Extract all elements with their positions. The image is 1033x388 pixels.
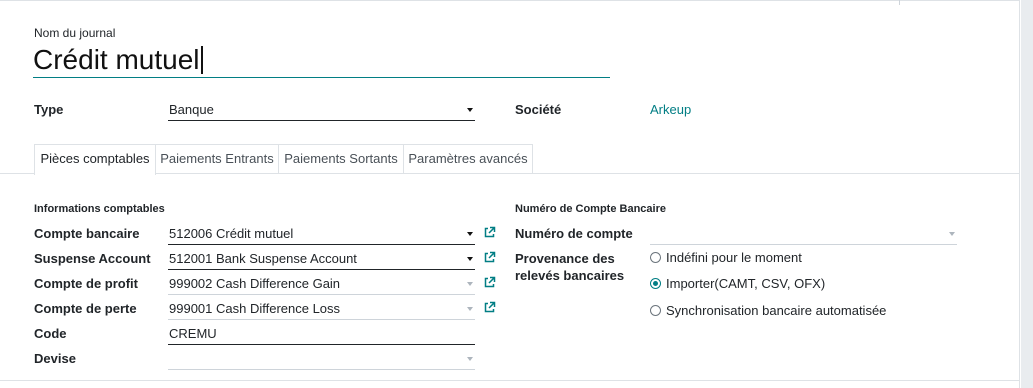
external-link-icon[interactable] <box>483 251 496 264</box>
statement-source-label-line2: relevés bancaires <box>515 268 625 283</box>
type-select[interactable]: Banque <box>168 99 475 121</box>
profit-account-select[interactable]: 999002 Cash Difference Gain <box>168 273 475 295</box>
external-link-icon[interactable] <box>483 276 496 289</box>
external-link-icon[interactable] <box>483 226 496 239</box>
scrollbar[interactable] <box>1021 0 1033 388</box>
type-label: Type <box>34 102 64 117</box>
top-divider <box>899 0 900 5</box>
chevron-down-icon <box>467 307 473 311</box>
chevron-down-icon <box>467 257 473 261</box>
currency-select[interactable] <box>168 348 475 370</box>
tab-advanced-settings[interactable]: Paramètres avancés <box>403 144 533 174</box>
journal-name-label: Nom du journal <box>34 26 116 40</box>
tab-journal-entries[interactable]: Pièces comptables <box>34 144 156 175</box>
loss-account-label: Compte de perte <box>34 301 137 316</box>
company-label: Société <box>515 102 562 117</box>
bank-section-title: Numéro de Compte Bancaire <box>515 203 666 215</box>
tab-outgoing-payments[interactable]: Paiements Sortants <box>278 144 404 174</box>
bottom-border <box>0 380 1019 381</box>
radio-undefined-label[interactable]: Indéfini pour le moment <box>666 250 802 265</box>
chevron-down-icon <box>467 282 473 286</box>
chevron-down-icon <box>467 357 473 361</box>
code-input[interactable]: CREMU <box>168 323 475 345</box>
notebook-tabs: Pièces comptables Paiements Entrants Pai… <box>0 144 1019 175</box>
radio-import[interactable] <box>650 278 661 289</box>
company-link[interactable]: Arkeup <box>650 102 691 117</box>
statement-source-label-line1: Provenance des <box>515 251 615 266</box>
suspense-account-label: Suspense Account <box>34 251 151 266</box>
account-number-label: Numéro de compte <box>515 226 633 241</box>
text-caret <box>200 46 203 74</box>
external-link-icon[interactable] <box>483 301 496 314</box>
journal-name-input[interactable]: Crédit mutuel <box>33 42 610 78</box>
radio-auto-sync[interactable] <box>650 305 661 316</box>
account-number-select[interactable] <box>650 223 957 245</box>
type-value: Banque <box>169 102 214 117</box>
scrollbar-edge <box>1019 0 1020 388</box>
radio-auto-sync-label[interactable]: Synchronisation bancaire automatisée <box>666 303 886 318</box>
profit-account-value: 999002 Cash Difference Gain <box>169 276 341 291</box>
bank-account-label: Compte bancaire <box>34 226 140 241</box>
suspense-account-value: 512001 Bank Suspense Account <box>169 251 357 266</box>
loss-account-value: 999001 Cash Difference Loss <box>169 301 341 316</box>
bank-account-value: 512006 Crédit mutuel <box>169 226 294 241</box>
tab-incoming-payments[interactable]: Paiements Entrants <box>155 144 279 174</box>
chevron-down-icon <box>467 232 473 236</box>
currency-label: Devise <box>34 351 76 366</box>
chevron-down-icon <box>949 232 955 236</box>
accounting-section-title: Informations comptables <box>34 203 165 215</box>
chevron-down-icon <box>467 108 473 112</box>
code-label: Code <box>34 326 67 341</box>
bank-account-select[interactable]: 512006 Crédit mutuel <box>168 223 475 245</box>
journal-name-value: Crédit mutuel <box>33 44 200 75</box>
journal-form: Nom du journal Crédit mutuel Type Banque… <box>0 0 1033 388</box>
radio-import-label[interactable]: Importer(CAMT, CSV, OFX) <box>666 276 825 291</box>
radio-undefined[interactable] <box>650 252 661 263</box>
profit-account-label: Compte de profit <box>34 276 138 291</box>
top-border <box>0 0 1019 1</box>
loss-account-select[interactable]: 999001 Cash Difference Loss <box>168 298 475 320</box>
code-value: CREMU <box>169 326 217 341</box>
suspense-account-select[interactable]: 512001 Bank Suspense Account <box>168 248 475 270</box>
